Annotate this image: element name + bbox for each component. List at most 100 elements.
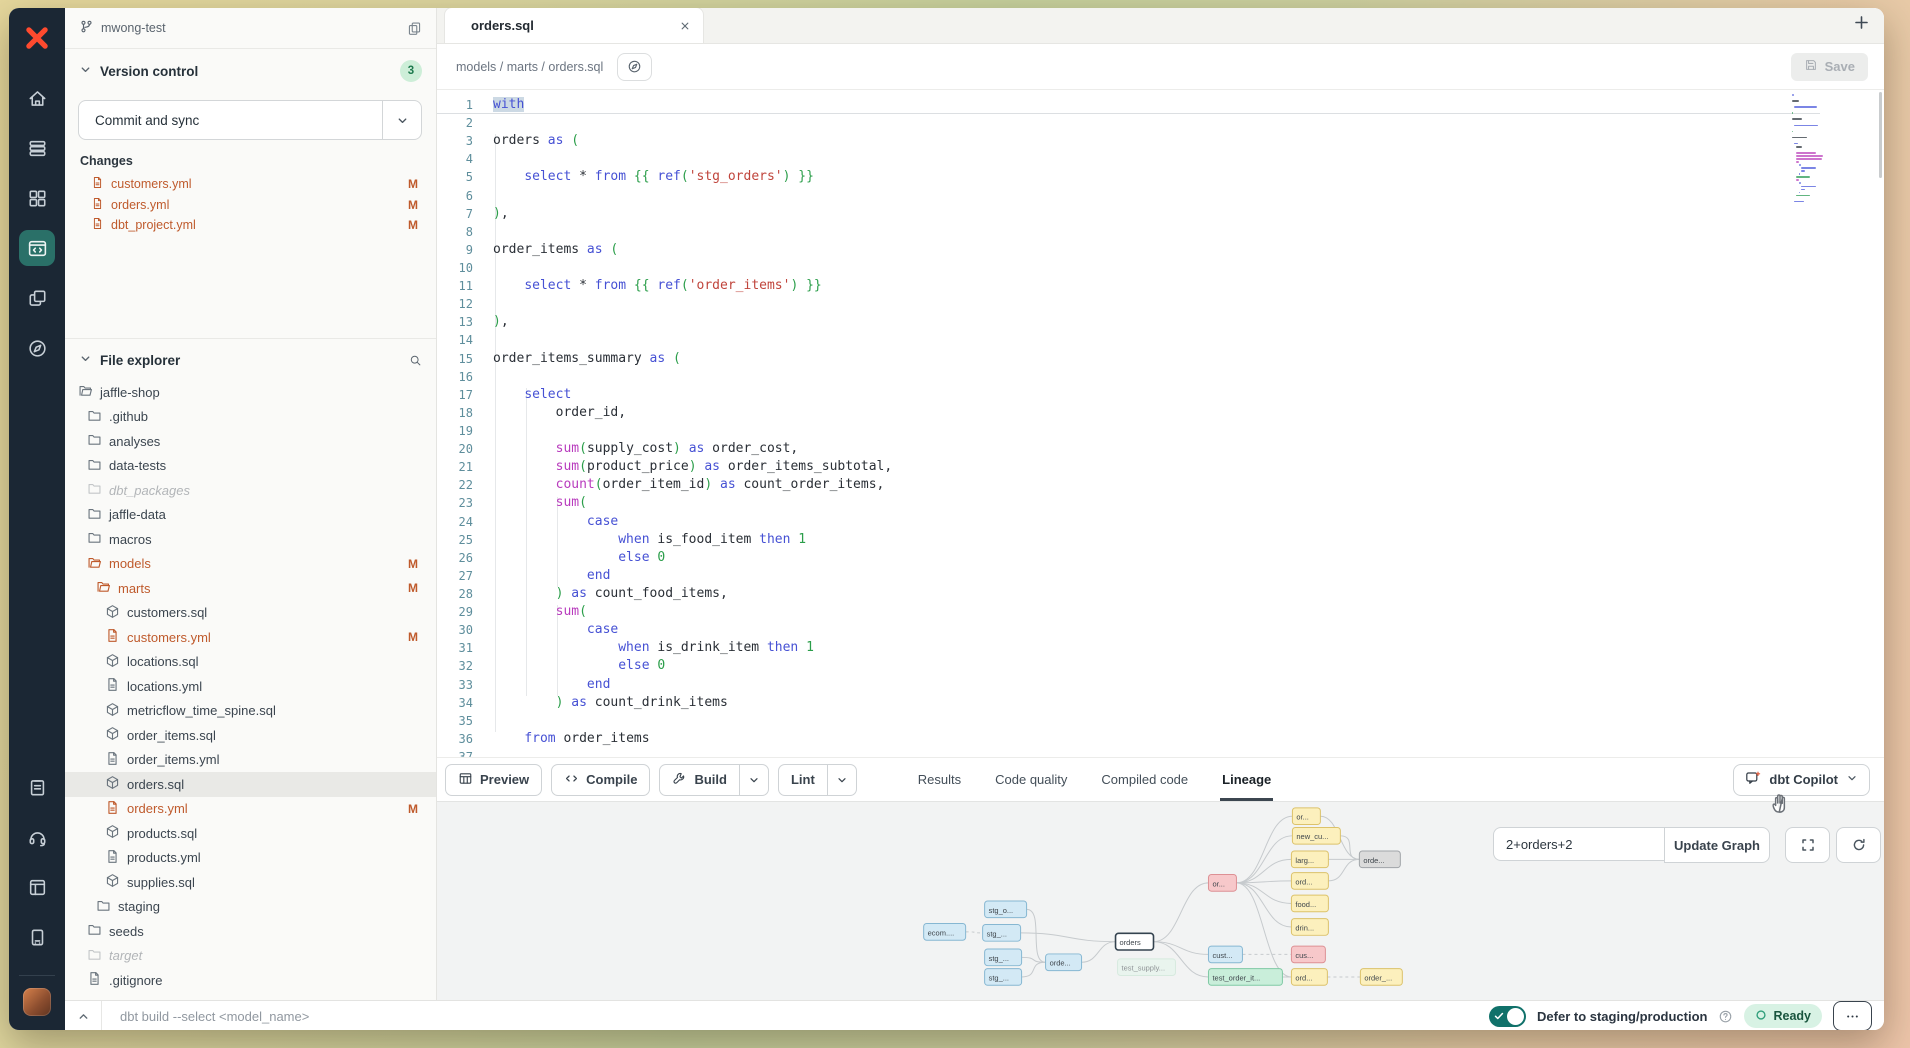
tree-item-orders-yml[interactable]: orders.yml M — [65, 797, 436, 822]
version-control-header[interactable]: Version control 3 — [65, 58, 436, 84]
tree-item-supplies-sql[interactable]: supplies.sql — [65, 870, 436, 895]
tree-item-jaffle-data[interactable]: jaffle-data — [65, 503, 436, 528]
lineage-node[interactable]: new_cu... — [1292, 827, 1340, 844]
tree-item-dbt-packages[interactable]: dbt_packages — [65, 478, 436, 503]
new-tab-button[interactable] — [1853, 14, 1870, 31]
update-graph-button[interactable]: Update Graph — [1664, 827, 1770, 863]
tab-bar: orders.sql — [437, 8, 1884, 44]
lineage-node[interactable]: stg_... — [985, 949, 1022, 966]
lineage-filter-input[interactable] — [1493, 827, 1664, 861]
defer-toggle[interactable] — [1489, 1006, 1526, 1027]
tree-item-locations-yml[interactable]: locations.yml — [65, 674, 436, 699]
status-badge[interactable]: Ready — [1744, 1004, 1822, 1028]
docs-icon[interactable] — [19, 869, 55, 905]
changed-file-row[interactable]: orders.yml M — [65, 195, 436, 216]
chevron-down-icon[interactable] — [739, 765, 768, 795]
save-button[interactable]: Save — [1791, 53, 1868, 81]
lineage-node[interactable]: ecom.... — [924, 924, 966, 941]
tab-orders-sql[interactable]: orders.sql — [444, 8, 704, 43]
lineage-node[interactable]: orde... — [1359, 851, 1400, 868]
headset-icon[interactable] — [19, 819, 55, 855]
tab-compiled-code[interactable]: Compiled code — [1101, 758, 1188, 801]
dbt-copilot-button[interactable]: dbt Copilot — [1733, 764, 1870, 796]
tree-item-target[interactable]: target — [65, 944, 436, 969]
lineage-node[interactable]: stg_o... — [985, 901, 1027, 918]
compass-icon[interactable] — [617, 53, 652, 81]
tree-item-data-tests[interactable]: data-tests — [65, 454, 436, 479]
tree-item-staging[interactable]: staging — [65, 895, 436, 920]
close-icon[interactable] — [679, 20, 691, 32]
file-tree: jaffle-shop .github analyses data-tests … — [65, 380, 436, 1000]
changed-file-row[interactable]: dbt_project.yml M — [65, 215, 436, 236]
compile-button[interactable]: Compile — [551, 764, 650, 796]
tab-results[interactable]: Results — [918, 758, 961, 801]
stack-icon[interactable] — [19, 130, 55, 166]
tree-item-customers-sql[interactable]: customers.sql — [65, 601, 436, 626]
chevron-down-icon[interactable] — [827, 765, 856, 795]
tree-item-customers-yml[interactable]: customers.yml M — [65, 625, 436, 650]
file-explorer-header[interactable]: File explorer — [65, 346, 436, 374]
tree-item-products-sql[interactable]: products.sql — [65, 821, 436, 846]
chevron-up-icon[interactable] — [65, 1001, 101, 1030]
lineage-node[interactable]: drin... — [1291, 919, 1328, 936]
lineage-node[interactable]: larg... — [1291, 851, 1328, 868]
clipboard-icon[interactable] — [19, 769, 55, 805]
lineage-node[interactable]: or... — [1208, 875, 1236, 892]
code-content[interactable]: withorders as ( select * from {{ ref('st… — [493, 96, 1804, 757]
lineage-node[interactable]: cus... — [1291, 946, 1325, 963]
tree-item--gitignore[interactable]: .gitignore — [65, 968, 436, 993]
windows-icon[interactable] — [19, 280, 55, 316]
tab-code-quality[interactable]: Code quality — [995, 758, 1067, 801]
minimap[interactable] — [1792, 94, 1854, 276]
build-button[interactable]: Build — [659, 764, 769, 796]
tree-item-orders-sql[interactable]: orders.sql — [65, 772, 436, 797]
tree-item-models[interactable]: models M — [65, 552, 436, 577]
grid-icon[interactable] — [19, 180, 55, 216]
tree-item-order-items-yml[interactable]: order_items.yml — [65, 748, 436, 773]
tab-lineage[interactable]: Lineage — [1222, 758, 1271, 801]
lineage-node[interactable]: food... — [1291, 895, 1328, 912]
duplicate-icon[interactable] — [407, 21, 422, 36]
tree-item-marts[interactable]: marts M — [65, 576, 436, 601]
lineage-node[interactable]: ord... — [1291, 873, 1328, 890]
changed-file-row[interactable]: customers.yml M — [65, 174, 436, 195]
tree-item-jaffle-shop[interactable]: jaffle-shop — [65, 380, 436, 405]
folder-icon — [87, 947, 102, 965]
tree-item-products-yml[interactable]: products.yml — [65, 846, 436, 871]
lineage-node[interactable]: orders — [1116, 933, 1154, 950]
lineage-node[interactable]: stg_... — [985, 969, 1022, 986]
search-icon[interactable] — [409, 354, 422, 367]
refresh-icon[interactable] — [1836, 827, 1881, 863]
lineage-node[interactable]: test_order_it... — [1208, 969, 1282, 986]
lineage-node[interactable]: cust... — [1208, 946, 1242, 963]
home-icon[interactable] — [19, 80, 55, 116]
lineage-node[interactable]: stg_... — [983, 925, 1021, 942]
tree-item--github[interactable]: .github — [65, 405, 436, 430]
command-input[interactable]: dbt build --select <model_name> — [120, 1009, 1489, 1024]
fullscreen-icon[interactable] — [1785, 827, 1830, 863]
lint-button[interactable]: Lint — [778, 764, 857, 796]
device-icon[interactable] — [19, 919, 55, 955]
lineage-node[interactable]: ord... — [1291, 969, 1327, 986]
tree-item-locations-sql[interactable]: locations.sql — [65, 650, 436, 675]
user-avatar[interactable] — [23, 988, 51, 1016]
lineage-node[interactable]: orde... — [1046, 954, 1082, 971]
dbt-logo-icon[interactable] — [19, 20, 55, 56]
tree-item-analyses[interactable]: analyses — [65, 429, 436, 454]
lineage-node[interactable]: test_supply... — [1118, 959, 1176, 976]
scrollbar-thumb[interactable] — [1879, 92, 1882, 178]
lineage-node[interactable]: or... — [1292, 808, 1320, 825]
preview-button[interactable]: Preview — [445, 764, 542, 796]
lineage-node[interactable]: order_... — [1360, 969, 1402, 986]
code-editor-icon[interactable] — [19, 230, 55, 266]
tree-item-macros[interactable]: macros — [65, 527, 436, 552]
commit-and-sync-button[interactable]: Commit and sync — [78, 100, 422, 140]
tree-item-order-items-sql[interactable]: order_items.sql — [65, 723, 436, 748]
compass-icon[interactable] — [19, 330, 55, 366]
commit-dropdown-button[interactable] — [382, 101, 421, 139]
tree-item-metricflow-time-spine-sql[interactable]: metricflow_time_spine.sql — [65, 699, 436, 724]
help-question-icon[interactable] — [1718, 1009, 1733, 1024]
more-options-button[interactable] — [1833, 1001, 1872, 1030]
tree-item-seeds[interactable]: seeds — [65, 919, 436, 944]
code-editor[interactable]: 1234567891011121314151617181920212223242… — [437, 90, 1884, 757]
